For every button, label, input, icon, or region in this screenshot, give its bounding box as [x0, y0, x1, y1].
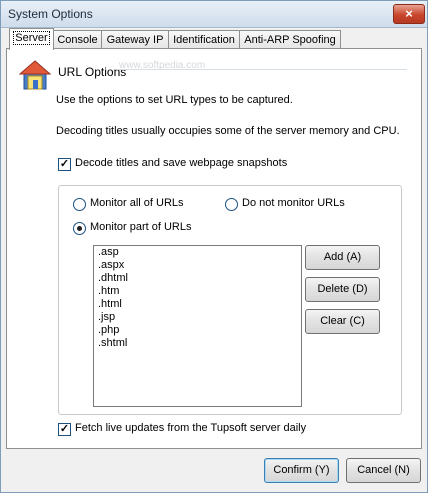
close-icon: ×	[405, 6, 413, 21]
window-title: System Options	[8, 7, 93, 21]
url-types-listbox[interactable]: .asp .aspx .dhtml .htm .html .jsp .php .…	[93, 245, 302, 407]
decoding-note: Decoding titles usually occupies some of…	[56, 125, 400, 137]
tab-gateway-ip[interactable]: Gateway IP	[101, 30, 169, 49]
list-item[interactable]: .jsp	[94, 311, 301, 324]
confirm-button[interactable]: Confirm (Y)	[264, 458, 339, 483]
add-button[interactable]: Add (A)	[305, 245, 380, 270]
close-button[interactable]: ×	[393, 4, 425, 24]
url-options-heading: URL Options	[58, 65, 127, 79]
list-item[interactable]: .asp	[94, 246, 301, 259]
cancel-button[interactable]: Cancel (N)	[346, 458, 421, 483]
tab-anti-arp-spoofing[interactable]: Anti-ARP Spoofing	[239, 30, 341, 49]
monitor-all-radio[interactable]	[73, 198, 86, 211]
list-item[interactable]: .aspx	[94, 259, 301, 272]
list-item[interactable]: .dhtml	[94, 272, 301, 285]
list-item[interactable]: .php	[94, 324, 301, 337]
do-not-monitor-radio[interactable]	[225, 198, 238, 211]
list-item[interactable]: .htm	[94, 285, 301, 298]
monitor-all-label: Monitor all of URLs	[90, 197, 184, 209]
list-item[interactable]: .html	[94, 298, 301, 311]
radio-selected-dot	[77, 226, 82, 231]
monitor-part-radio[interactable]	[73, 222, 86, 235]
decode-titles-checkbox[interactable]: ✓	[58, 158, 71, 171]
fetch-updates-label: Fetch live updates from the Tupsoft serv…	[75, 422, 307, 434]
do-not-monitor-label: Do not monitor URLs	[242, 197, 345, 209]
system-options-window: System Options × Server Console Gateway …	[0, 0, 428, 493]
home-icon	[19, 60, 51, 90]
title-bar: System Options ×	[1, 1, 427, 28]
server-tab-panel: URL Options www.softpedia.com Use the op…	[6, 48, 422, 449]
decode-titles-label: Decode titles and save webpage snapshots	[75, 157, 288, 169]
url-options-description: Use the options to set URL types to be c…	[56, 94, 293, 106]
list-item[interactable]: .shtml	[94, 337, 301, 350]
tab-identification[interactable]: Identification	[168, 30, 240, 49]
tab-console[interactable]: Console	[53, 30, 102, 49]
clear-button[interactable]: Clear (C)	[305, 309, 380, 334]
tab-server[interactable]: Server	[9, 28, 54, 50]
heading-separator	[117, 69, 407, 70]
delete-button[interactable]: Delete (D)	[305, 277, 380, 302]
monitor-part-label: Monitor part of URLs	[90, 221, 192, 233]
fetch-updates-checkbox[interactable]: ✓	[58, 423, 71, 436]
